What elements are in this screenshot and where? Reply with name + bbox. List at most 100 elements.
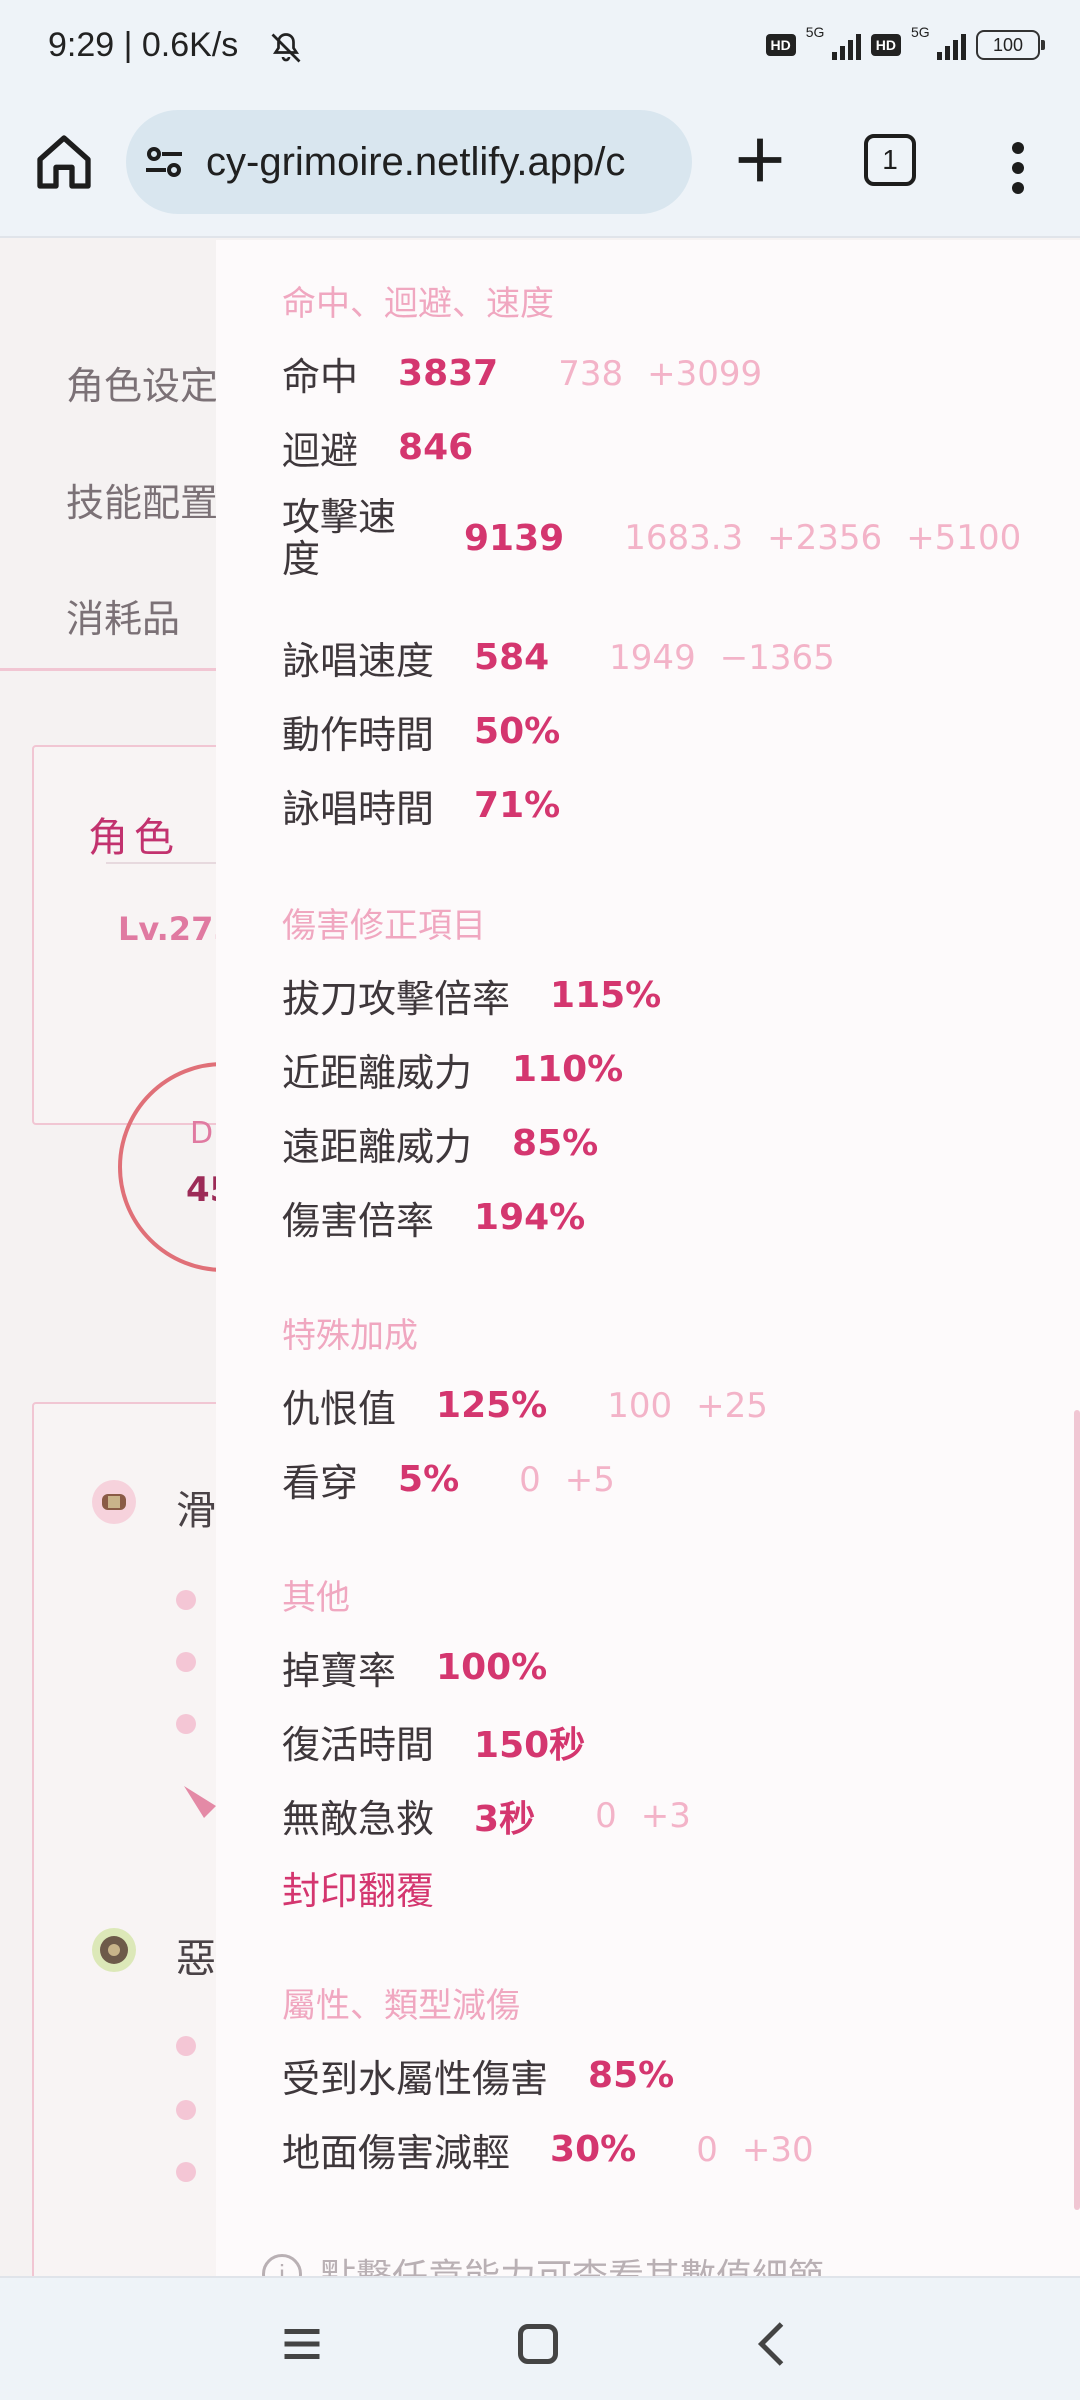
stat-detail: 1949 −1365: [609, 638, 859, 678]
stat-row-damage-rate[interactable]: 傷害倍率 194%: [282, 1190, 585, 1245]
detail-base: 0: [696, 2129, 718, 2170]
site-settings-icon[interactable]: [140, 138, 188, 186]
stat-value: 584: [474, 637, 550, 678]
list-bullet: [176, 2162, 196, 2182]
list-bullet: [176, 1714, 196, 1734]
equipment-item-label[interactable]: 滑: [176, 1478, 216, 1536]
section-title: 其他: [282, 1578, 350, 1618]
stat-label: 遠距離威力: [282, 1125, 473, 1169]
info-icon: i: [262, 2254, 302, 2276]
stat-row-anticipate[interactable]: 看穿 5% 0 +5: [282, 1452, 639, 1507]
stat-detail: 1683.3 +2356 +5100: [624, 518, 1045, 558]
stat-value: 3秒: [474, 1798, 536, 1840]
stat-label: 地面傷害減輕: [282, 2131, 511, 2175]
recent-apps-icon[interactable]: [272, 2314, 332, 2374]
detail-base: 0: [595, 1795, 617, 1836]
browser-toolbar: cy-grimoire.netlify.app/c 1: [0, 100, 1080, 238]
section-title: 傷害修正項目: [282, 906, 486, 946]
stat-value: 30%: [550, 2129, 637, 2170]
stat-row-drop-rate[interactable]: 掉寶率 100%: [282, 1640, 547, 1695]
detail-bonus: +3099: [647, 353, 763, 394]
tab-switcher-button[interactable]: 1: [864, 134, 916, 186]
bell-muted-icon: [271, 33, 301, 63]
stat-row-invincible-aid[interactable]: 無敵急救 3秒 0 +3: [282, 1788, 715, 1843]
stat-value: 194%: [474, 1197, 586, 1238]
shield-item-icon: [92, 1928, 136, 1972]
stat-row-ground-damage-reduction[interactable]: 地面傷害減輕 30% 0 +30: [282, 2122, 838, 2177]
stat-value: 71%: [474, 785, 561, 826]
seal-reversal-link[interactable]: 封印翻覆: [282, 1860, 434, 1915]
stat-row-action-time[interactable]: 動作時間 50%: [282, 704, 560, 759]
stat-value: 846: [398, 427, 474, 468]
stat-detail: 0 +3: [595, 1796, 715, 1836]
home-icon[interactable]: [32, 130, 96, 194]
battery-icon: 100: [976, 30, 1045, 60]
stat-row-dodge[interactable]: 迴避 846: [282, 420, 473, 475]
hd-badge: HD: [870, 34, 901, 56]
stat-detail: 0 +5: [519, 1460, 639, 1500]
detail-bonus: +30: [741, 2129, 814, 2170]
stat-value: 3837: [398, 353, 499, 394]
stat-row-revive-time[interactable]: 復活時間 150秒: [282, 1714, 585, 1769]
nav-item-character-settings[interactable]: 角色设定: [66, 355, 218, 410]
signal-icon: 5G: [911, 24, 966, 60]
stat-value: 110%: [512, 1049, 624, 1090]
address-bar[interactable]: cy-grimoire.netlify.app/c: [126, 110, 692, 214]
stat-row-short-range[interactable]: 近距離威力 110%: [282, 1042, 623, 1097]
new-tab-icon[interactable]: [728, 128, 792, 192]
detail-bonus: +3: [640, 1795, 691, 1836]
section-title: 特殊加成: [282, 1316, 418, 1356]
character-card-title: 角色: [88, 815, 180, 861]
stat-label: 仇恨值: [282, 1387, 397, 1431]
stat-row-water-damage[interactable]: 受到水屬性傷害 85%: [282, 2048, 674, 2103]
list-bullet: [176, 1652, 196, 1672]
stat-label: 復活時間: [282, 1723, 435, 1767]
stat-row-long-range[interactable]: 遠距離威力 85%: [282, 1116, 598, 1171]
stat-row-unsheathe-rate[interactable]: 拔刀攻擊倍率 115%: [282, 968, 661, 1023]
stat-label: 看穿: [282, 1461, 359, 1505]
list-bullet: [176, 2100, 196, 2120]
equipment-item-label[interactable]: 惡: [176, 1926, 216, 1984]
system-nav-bar: [0, 2276, 1080, 2400]
detail-base: 0: [519, 1459, 541, 1500]
section-title: 屬性、類型減傷: [282, 1986, 520, 2026]
stat-value: 9139: [464, 517, 565, 559]
more-menu-icon[interactable]: [994, 138, 1042, 198]
list-bullet: [176, 2036, 196, 2056]
status-indicators: HD 5G HD 5G 100: [765, 24, 1045, 60]
status-time: 9:29 | 0.6K/s: [48, 26, 239, 64]
signal-icon: 5G: [806, 24, 861, 60]
stat-label: 命中: [282, 355, 359, 399]
card-title-underline: [106, 862, 226, 864]
hd-badge: HD: [765, 34, 796, 56]
stat-label: 近距離威力: [282, 1051, 473, 1095]
stat-label: 受到水屬性傷害: [282, 2057, 549, 2101]
detail-bonus: +25: [696, 1385, 768, 1426]
hint-label: 點擊任意能力可查看其數值細節。: [320, 2248, 860, 2276]
stat-row-aggro[interactable]: 仇恨值 125% 100 +25: [282, 1378, 792, 1433]
detail-base: 100: [607, 1385, 673, 1426]
stat-value: 100%: [436, 1647, 548, 1688]
stat-row-accuracy[interactable]: 命中 3837 738 +3099: [282, 346, 786, 401]
detail-bonus: +2356: [767, 518, 883, 558]
detail-bonus: +5: [564, 1459, 615, 1500]
back-icon[interactable]: [744, 2314, 804, 2374]
stat-value: 50%: [474, 711, 561, 752]
stat-detail: 738 +3099: [558, 354, 786, 394]
scrollbar[interactable]: [1074, 1410, 1080, 2210]
stat-value: 5%: [398, 1459, 460, 1500]
nav-item-skill-config[interactable]: 技能配置: [66, 472, 218, 527]
stat-row-attack-speed[interactable]: 攻擊速度 9139 1683.3 +2356 +5100: [282, 496, 1045, 580]
stat-detail: 100 +25: [607, 1386, 792, 1426]
stat-label: 拔刀攻擊倍率: [282, 977, 511, 1021]
stat-label: 詠唱時間: [282, 787, 435, 831]
stat-row-cast-time[interactable]: 詠唱時間 71%: [282, 778, 560, 833]
stat-label: 動作時間: [282, 713, 435, 757]
home-nav-icon[interactable]: [508, 2314, 568, 2374]
stat-row-cast-speed[interactable]: 詠唱速度 584 1949 −1365: [282, 630, 859, 685]
detail-bonus: +5100: [906, 518, 1022, 558]
nav-item-consumables[interactable]: 消耗品: [66, 588, 180, 643]
network-type-label: 5G: [911, 24, 930, 40]
stat-value: 85%: [588, 2055, 675, 2096]
section-title: 命中、迴避、速度: [282, 284, 554, 324]
